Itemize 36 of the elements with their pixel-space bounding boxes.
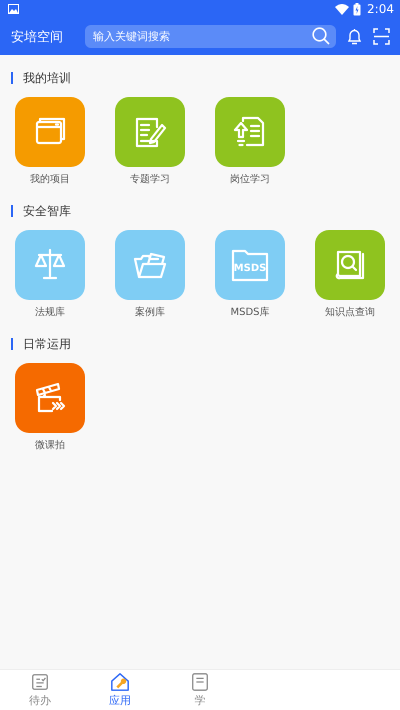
app-tile[interactable] xyxy=(15,230,85,300)
section-title: 安全智库 xyxy=(23,202,71,220)
app-label: 我的项目 xyxy=(30,172,70,186)
section-marker xyxy=(11,205,13,217)
battery-icon xyxy=(353,2,362,16)
checklist-icon xyxy=(30,672,50,692)
tab[interactable]: 学 xyxy=(160,670,240,710)
tab[interactable]: 待办 xyxy=(0,670,80,710)
app-label: 专题学习 xyxy=(130,172,170,186)
section-title: 日常运用 xyxy=(23,336,71,352)
app-tile[interactable] xyxy=(115,230,185,300)
section-marker xyxy=(11,72,13,84)
status-time: 2:04 xyxy=(367,2,394,16)
app-label: 岗位学习 xyxy=(230,172,270,186)
section-title: 我的培训 xyxy=(23,70,71,86)
app-label: MSDS库 xyxy=(230,306,270,319)
search-field[interactable]: 输入关键词搜索 xyxy=(85,25,336,48)
tab[interactable]: 应用 xyxy=(80,670,160,710)
scan-icon[interactable] xyxy=(373,28,390,45)
app-tile[interactable] xyxy=(115,97,185,167)
section-marker xyxy=(11,338,13,350)
app-tile[interactable] xyxy=(315,230,385,300)
app-label: 微课拍 xyxy=(35,438,65,452)
house-wrench-icon xyxy=(110,672,130,692)
wifi-icon xyxy=(335,4,350,14)
app-label: 知识点查询 xyxy=(325,306,375,319)
app-label: 法规库 xyxy=(35,306,65,319)
app-title: 安培空间 xyxy=(11,28,63,46)
bell-icon[interactable] xyxy=(346,28,363,45)
app-tile[interactable] xyxy=(15,97,85,167)
image-icon xyxy=(8,4,19,14)
book-icon xyxy=(190,672,210,692)
app-label: 案例库 xyxy=(135,306,165,319)
search-icon[interactable] xyxy=(312,27,330,45)
app-tile[interactable] xyxy=(15,363,85,433)
app-tile[interactable] xyxy=(215,97,285,167)
